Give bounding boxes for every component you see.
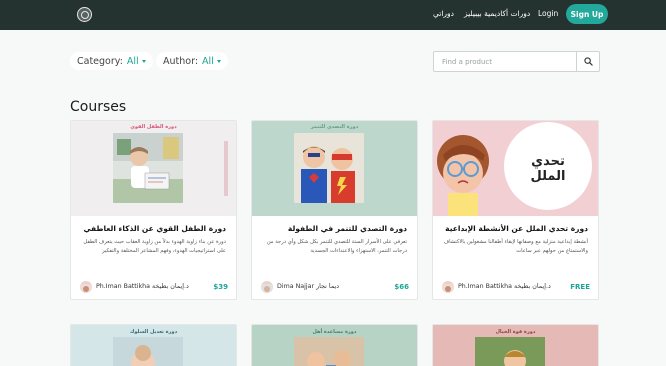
course-card[interactable]: تحدي الملل دورة تحدي الملل عن الأنشطة ال… — [432, 120, 599, 300]
course-image — [294, 337, 364, 366]
course-thumbnail[interactable]: تحدي الملل — [433, 121, 598, 216]
category-filter-value[interactable]: All — [127, 56, 139, 67]
course-author[interactable]: Ph.Iman Battikha د.إيمان بطيخة — [96, 283, 189, 290]
author-filter-value[interactable]: All — [202, 56, 214, 67]
category-filter-label: Category: — [77, 55, 123, 67]
chevron-down-icon — [141, 59, 146, 63]
course-image — [475, 337, 545, 366]
search-button[interactable] — [576, 52, 599, 71]
thumbnail-caption: دورة تعديل السلوك — [129, 329, 178, 335]
site-logo[interactable] — [77, 7, 92, 22]
top-navbar: دوراتي دورات أكاديمية بيبيليز Login Sign… — [0, 0, 666, 30]
course-author[interactable]: Ph.Iman Battikha د.إيمان بطيخة — [458, 283, 551, 290]
course-thumbnail[interactable]: دورة التصدي للتنمر — [252, 121, 417, 216]
course-description: أنشطة إبداعية منزلية مع وصفاتها لإبقاء أ… — [443, 239, 588, 254]
course-image — [113, 337, 183, 366]
thumbnail-caption: دورة مساعدة أهل — [312, 329, 357, 335]
course-image — [113, 133, 183, 203]
author-filter[interactable]: Author: All — [156, 52, 228, 70]
course-card[interactable]: دورة مساعدة أهل — [251, 324, 418, 366]
course-description: دورة عن بناء زاوية الهدوء بدلاً من زاوية… — [83, 239, 226, 254]
course-price: $39 — [213, 283, 228, 291]
course-card[interactable]: دورة الطفل القوي دورة الطفل القوي عن الذ… — [70, 120, 237, 300]
course-author[interactable]: Dima Najjar ديما نجار — [277, 283, 339, 290]
nav-academy-courses-link[interactable]: دورات أكاديمية بيبيليز — [464, 9, 530, 19]
course-card[interactable]: دورة تعديل السلوك — [70, 324, 237, 366]
course-description: تعرفي على الأسرار الستة للتصدي للتنمر بك… — [266, 239, 407, 254]
search-input[interactable] — [434, 52, 577, 71]
author-avatar — [442, 281, 454, 293]
section-title: Courses — [70, 99, 127, 115]
search-icon — [583, 57, 593, 66]
thumbnail-caption: دورة قوة الخيال — [495, 329, 536, 335]
author-avatar — [80, 281, 92, 293]
course-price: $66 — [394, 283, 409, 291]
thumbnail-caption: دورة الطفل القوي — [130, 124, 177, 130]
product-search — [433, 51, 600, 72]
course-title[interactable]: دورة الطفل القوي عن الذكاء العاطفي — [76, 224, 226, 233]
category-filter[interactable]: Category: All — [70, 52, 153, 70]
thumbnail-caption: دورة التصدي للتنمر — [310, 124, 359, 130]
course-title[interactable]: دورة تحدي الملل عن الأنشطة الإبداعية — [438, 224, 588, 233]
course-title[interactable]: دورة التصدي للتنمر في الطفولة — [257, 224, 407, 233]
course-card[interactable]: دورة قوة الخيال — [432, 324, 599, 366]
author-avatar — [261, 281, 273, 293]
thumbnail-caption: تحدي الملل — [530, 154, 566, 184]
login-link[interactable]: Login — [538, 9, 558, 19]
nav-my-courses-link[interactable]: دوراتي — [433, 9, 454, 19]
signup-button[interactable]: Sign Up — [566, 4, 608, 24]
course-price: FREE — [570, 283, 590, 291]
course-card[interactable]: دورة التصدي للتنمر دورة التصدي للتنمر في… — [251, 120, 418, 300]
chevron-down-icon — [216, 59, 221, 63]
author-filter-label: Author: — [163, 55, 199, 67]
course-image — [294, 133, 364, 203]
course-thumbnail[interactable]: دورة الطفل القوي — [71, 121, 236, 216]
